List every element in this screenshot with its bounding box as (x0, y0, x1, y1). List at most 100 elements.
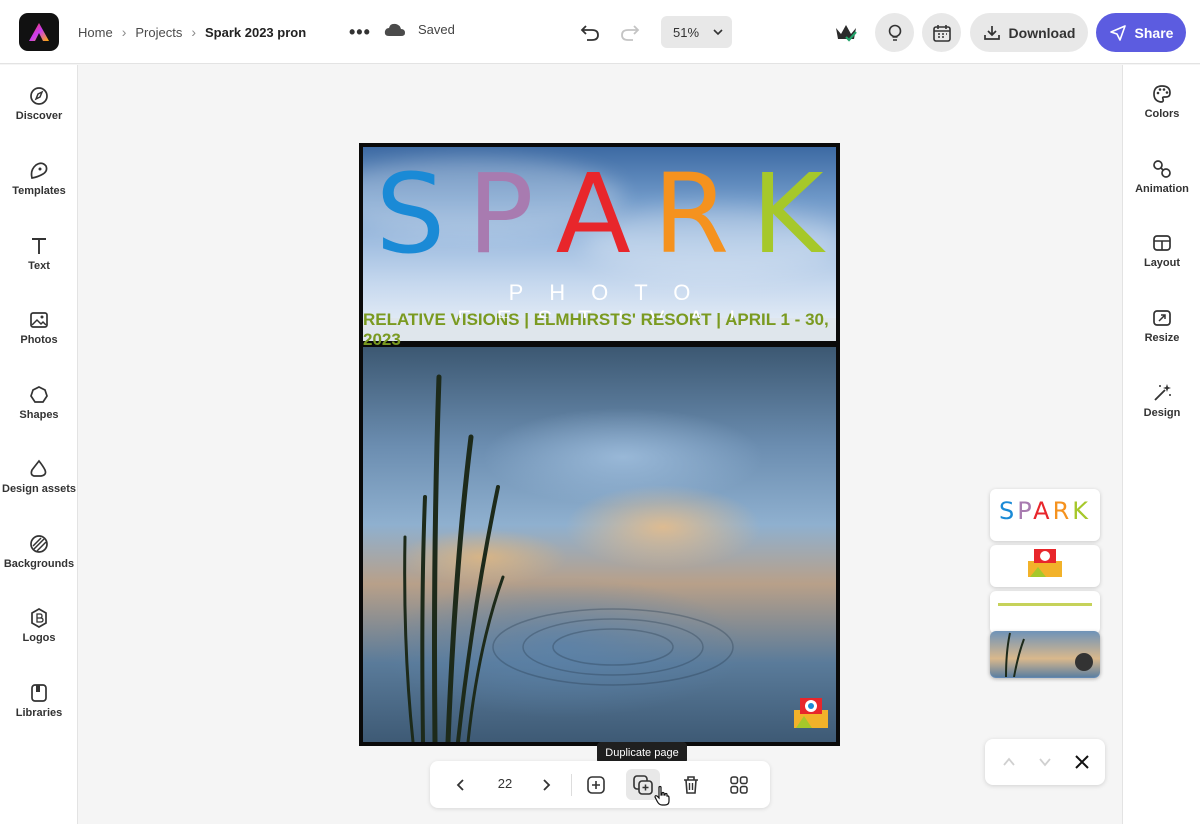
shapes-icon (30, 386, 48, 403)
backgrounds-icon (30, 535, 48, 553)
sidebar-item-logos[interactable]: Logos (0, 607, 78, 644)
animation-icon (1153, 160, 1171, 178)
page-toolbar (430, 761, 770, 808)
libraries-icon (31, 684, 47, 702)
poster-title-letter: K (751, 150, 824, 278)
toolbar-divider (571, 774, 572, 796)
zoom-value: 51% (673, 24, 700, 40)
thumbnail-title-letter: K (1072, 497, 1092, 525)
poster-sky-background[interactable]: SPARK PHOTO FESTIVAL (363, 147, 836, 318)
compass-icon (30, 87, 48, 105)
share-button[interactable]: Share (1096, 13, 1186, 52)
premium-button[interactable] (826, 13, 865, 52)
sidebar-item-label: Design (1143, 407, 1181, 419)
chevron-up-icon[interactable] (1002, 756, 1016, 768)
chevron-right-icon: › (121, 24, 127, 40)
festival-badge-icon (1028, 549, 1062, 577)
lightbulb-icon (888, 24, 901, 41)
ideas-button[interactable] (875, 13, 914, 52)
close-icon[interactable] (1074, 754, 1090, 770)
redo-icon[interactable] (618, 20, 642, 44)
sidebar-item-label: Templates (12, 185, 66, 197)
next-page-button[interactable] (537, 769, 555, 800)
page-number[interactable]: 22 (485, 776, 525, 791)
page-thumbnail-active[interactable]: SPARK (990, 489, 1100, 541)
download-button[interactable]: Download (970, 13, 1088, 52)
add-page-icon (587, 775, 605, 794)
undo-icon[interactable] (578, 20, 602, 44)
grid-view-button[interactable] (726, 769, 752, 800)
breadcrumb-home[interactable]: Home (78, 25, 113, 40)
sidebar-item-backgrounds[interactable]: Backgrounds (0, 533, 78, 570)
page-thumbnail[interactable] (990, 631, 1100, 677)
magic-wand-icon (1154, 384, 1171, 401)
schedule-button[interactable] (922, 13, 961, 52)
project-title[interactable]: Spark 2023 pron (205, 25, 306, 40)
sidebar-item-layout[interactable]: Layout (1123, 232, 1200, 269)
right-sidebar: Colors Animation Layout Resize Design (1122, 65, 1200, 824)
top-bar: Home › Projects › Spark 2023 pron ••• Sa… (0, 0, 1200, 64)
breadcrumb-projects[interactable]: Projects (135, 25, 182, 40)
text-icon (32, 238, 46, 254)
thumbnail-nav (985, 739, 1105, 785)
page-thumbnail[interactable] (990, 591, 1100, 634)
poster-title-letter: R (652, 150, 730, 278)
sidebar-item-label: Animation (1135, 183, 1189, 195)
sidebar-item-label: Resize (1144, 332, 1180, 344)
breadcrumb: Home › Projects › Spark 2023 pron (78, 0, 306, 64)
sidebar-item-label: Layout (1143, 257, 1181, 269)
calendar-icon (932, 24, 951, 42)
grid-icon (730, 775, 748, 794)
photo-icon (30, 312, 48, 328)
thumbnail-title-letter: S (998, 497, 1018, 525)
page-thumbnail[interactable] (990, 545, 1100, 587)
sidebar-item-label: Photos (20, 334, 58, 346)
layout-icon (1153, 235, 1171, 251)
thumbnail-title: SPARK (990, 497, 1100, 525)
sidebar-item-design-assets[interactable]: Design assets (0, 458, 78, 495)
sidebar-item-shapes[interactable]: Shapes (0, 384, 78, 421)
saved-label: Saved (418, 22, 455, 37)
share-label: Share (1134, 24, 1174, 41)
sidebar-item-design[interactable]: Design (1123, 382, 1200, 419)
sidebar-item-label: Design assets (2, 483, 76, 495)
poster-title-letter: A (555, 150, 631, 278)
left-sidebar: Discover Templates Text Photos Shapes De… (0, 65, 78, 824)
sidebar-item-discover[interactable]: Discover (0, 85, 78, 122)
sidebar-item-label: Discover (15, 110, 63, 122)
zoom-select[interactable]: 51% (661, 16, 732, 48)
sidebar-item-label: Colors (1144, 108, 1180, 120)
hidden-layer-icon (1075, 653, 1093, 671)
add-page-button[interactable] (582, 769, 610, 800)
resize-icon (1153, 310, 1171, 326)
poster-title[interactable]: SPARK (363, 159, 836, 269)
design-canvas[interactable]: SPARK PHOTO FESTIVAL RELATIVE VISIONS | … (359, 143, 840, 746)
chevron-left-icon (456, 778, 464, 791)
sidebar-item-label: Libraries (15, 707, 63, 719)
app-logo-icon (29, 23, 49, 41)
templates-icon (30, 162, 48, 179)
sidebar-item-animation[interactable]: Animation (1123, 158, 1200, 195)
sidebar-item-colors[interactable]: Colors (1123, 83, 1200, 120)
sidebar-item-libraries[interactable]: Libraries (0, 682, 78, 719)
sidebar-item-text[interactable]: Text (0, 235, 78, 272)
duplicate-page-icon (633, 774, 653, 795)
adobe-express-logo[interactable] (19, 13, 59, 51)
thumbnail-title-letter: R (1052, 497, 1073, 525)
sidebar-item-photos[interactable]: Photos (0, 309, 78, 346)
sidebar-item-resize[interactable]: Resize (1123, 307, 1200, 344)
sidebar-item-label: Logos (22, 632, 56, 644)
poster-subtitle[interactable]: PHOTO FESTIVAL (363, 280, 836, 318)
previous-page-button[interactable] (452, 769, 470, 800)
palette-icon (1153, 85, 1171, 103)
poster-photo[interactable] (363, 347, 836, 742)
more-options-icon[interactable]: ••• (349, 22, 371, 43)
chevron-down-icon[interactable] (1038, 756, 1052, 768)
sidebar-item-templates[interactable]: Templates (0, 160, 78, 197)
chevron-right-icon (543, 778, 551, 791)
thumbnail-title-letter: P (1017, 497, 1034, 525)
design-assets-icon (30, 459, 47, 477)
delete-page-button[interactable] (680, 769, 702, 800)
sidebar-item-label: Shapes (19, 409, 59, 421)
poster-info-bar[interactable]: RELATIVE VISIONS | ELMHIRSTS' RESORT | A… (363, 310, 836, 349)
